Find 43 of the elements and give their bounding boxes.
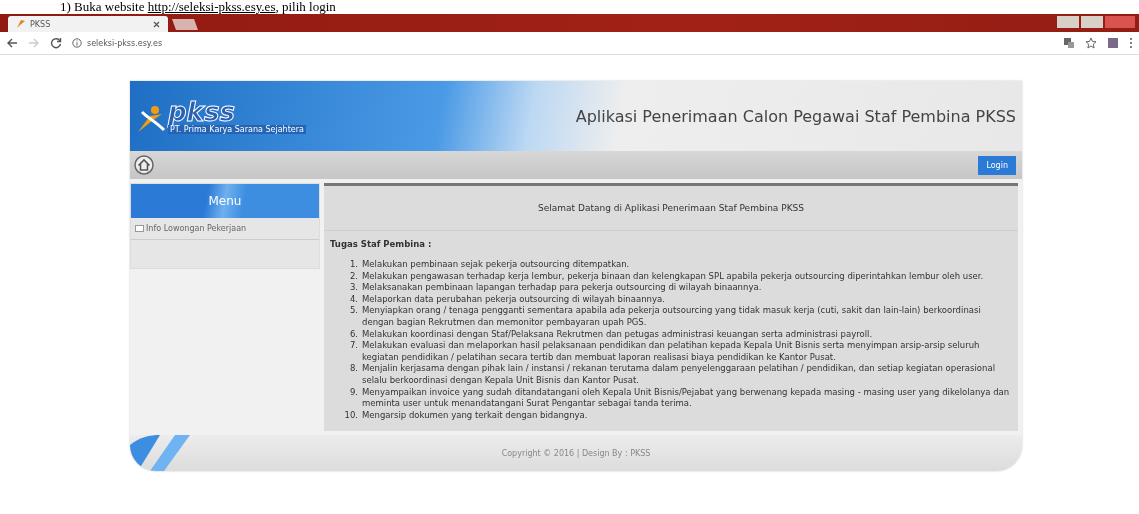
task-text: Menjalin kerjasama dengan pihak lain / instansi / rekanan terutama dalam penyelenggaraan pelatihan / pendidikan, dan setiap kegiatan operasional selalu berkoordinasi dengan Kepala Unit Bisnis dan Kantor Pusat.: [362, 363, 996, 387]
list-number: 2.: [348, 270, 359, 283]
login-button[interactable]: Login: [978, 155, 1016, 175]
task-text: Mengarsip dokumen yang terkait dengan bidangnya.: [362, 409, 589, 422]
company-name: PT. Prima Karya Sarana Sejahtera: [168, 124, 306, 134]
task-text: Menyiapkan orang / tenaga pengganti sementara apabila ada pekerja outsourcing yang tidak masuk kerja (cuti, sakit dan lain-lain) berkoordinasi dengan bagian Rekrutmen dan memonitor pembayaran upah PGS.: [362, 305, 982, 329]
list-number: 5.: [348, 305, 359, 318]
list-number: 6.: [348, 328, 359, 341]
back-icon[interactable]: [6, 37, 18, 49]
task-text: Melakukan pembinaan sejak pekerja outsourcing ditempatkan.: [362, 259, 631, 271]
address-field[interactable]: seleksi-pkss.esy.es: [72, 34, 1053, 52]
menu-icon[interactable]: [1129, 37, 1133, 49]
list-number: 10.: [344, 409, 359, 422]
section-title: Tugas Staf Pembina :: [330, 239, 433, 249]
list-number: 1.: [348, 259, 359, 271]
menu-header: Menu: [131, 184, 319, 218]
extension-icon[interactable]: [1107, 37, 1119, 49]
list-number: 3.: [348, 282, 359, 294]
browser-tab[interactable]: PKSS: [8, 16, 168, 32]
list-number: 9.: [348, 386, 359, 399]
task-text: Melakukan koordinasi dengan Staf/Pelaksana Rekrutmen dan petugas administrasi keuangan serta administrasi payroll.: [362, 328, 874, 341]
home-icon[interactable]: [134, 155, 154, 175]
list-number: 8.: [348, 363, 359, 376]
info-icon: [72, 38, 82, 48]
task-text: Melaksanakan pembinaan lapangan terhadap para pekerja outsourcing di wilayah binaannya.: [362, 282, 763, 294]
task-text: Melakukan evaluasi dan melaporkan hasil pelaksanaan pendidikan dan pelatihan kepada Kepala Unit Bisnis serta menyimpan arsip-arsip seluruh kegiatan pendidikan / pelatihan secara tertib dan membuat laporan realisasi biaya pendidikan ke Kantor Pusat.: [362, 340, 981, 364]
close-icon[interactable]: [153, 20, 160, 28]
document-text: 1) Buka website http://seleksi-pkss.esy.es, pilih login: [60, 0, 336, 14]
reload-icon[interactable]: [50, 37, 62, 49]
task-text: Melaporkan data perubahan pekerja outsourcing di wilayah binaannya.: [362, 293, 666, 306]
list-number: 7.: [348, 340, 359, 353]
new-tab-button[interactable]: [172, 19, 198, 30]
menu-item[interactable]: Info Lowongan Pekerjaan: [131, 218, 319, 240]
task-text: Menyampaikan invoice yang sudah ditandatangani oleh Kepala Unit Bisnis/Pejabat yang berwenang kepada masing - masing user yang dikelolanya dan meminta user untuk menandatangani Surat Pengantar sebagai tanda terima.: [362, 386, 1010, 410]
task-text: Melakukan pengawasan terhadap kerja lembur, pekerja binaan dan kelengkapan SPL apabila pekerja outsourcing diperintahkan lembur oleh user.: [362, 270, 985, 283]
logo-icon: [16, 19, 26, 29]
person-icon: [136, 103, 166, 134]
app-title: Aplikasi Penerimaan Calon Pegawai Staf Pembina PKSS: [575, 106, 1016, 126]
logo-name: pkss: [168, 98, 235, 125]
star-icon[interactable]: [1085, 37, 1097, 49]
welcome-banner: Selamat Datang di Aplikasi Penerimaan Staf Pembina PKSS: [324, 186, 1018, 231]
list-number: 4.: [348, 293, 359, 306]
site-footer: Copyright © 2016 | Design By : PKSS: [130, 435, 1022, 472]
